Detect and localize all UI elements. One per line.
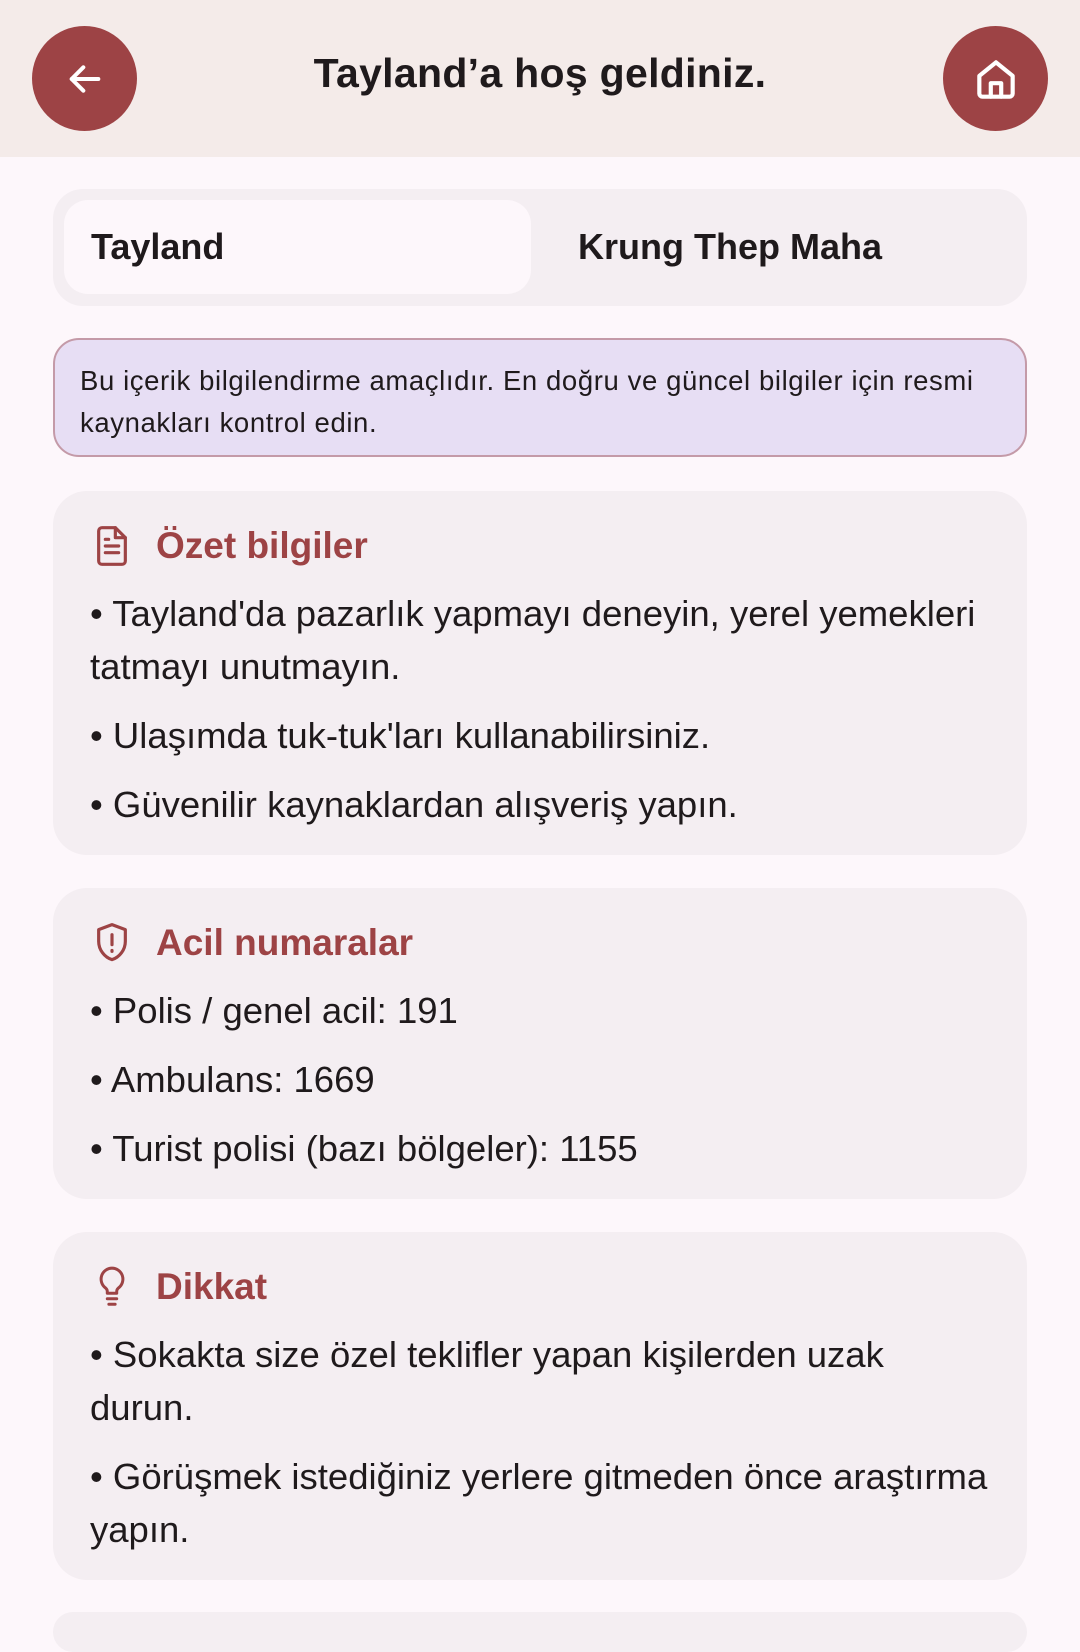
back-button[interactable] (32, 26, 137, 131)
list-item: Turist polisi (bazı bölgeler): 1155 (90, 1122, 993, 1175)
list-item: Ambulans: 1669 (90, 1053, 993, 1106)
document-icon (90, 524, 134, 568)
list-item: Görüşmek istediğiniz yerlere gitmeden ön… (90, 1450, 993, 1556)
section-title: Acil numaralar (156, 922, 414, 963)
list-item: Güvenilir kaynaklardan alışveriş yapın. (90, 778, 993, 831)
arrow-left-icon (69, 64, 100, 93)
page-title: Tayland’a hoş geldiniz. (313, 50, 767, 96)
section-title: Özet bilgiler (156, 525, 368, 566)
section-title: Dikkat (156, 1266, 268, 1307)
list-item: Ulaşımda tuk-tuk'ları kullanabilirsiniz. (90, 709, 993, 762)
list-item: Polis / genel acil: 191 (90, 984, 993, 1037)
list-item: Sokakta size özel teklifler yapan kişile… (90, 1328, 993, 1434)
summary-card: Özet bilgiler Tayland'da pazarlık yapmay… (53, 491, 1027, 855)
emergency-card: Acil numaralar Polis / genel acil: 191 A… (53, 888, 1027, 1199)
lightbulb-icon (90, 1265, 134, 1309)
caution-card: Dikkat Sokakta size özel teklifler yapan… (53, 1232, 1027, 1580)
shield-alert-icon (90, 921, 134, 965)
list-item: Tayland'da pazarlık yapmayı deneyin, yer… (90, 587, 993, 693)
next-card (53, 1612, 1027, 1652)
home-icon (976, 59, 1015, 99)
home-button[interactable] (943, 26, 1048, 131)
info-notice: Bu içerik bilgilendirme amaçlıdır. En do… (53, 338, 1027, 457)
segmented-tabs: Tayland Krung Thep Maha (53, 189, 1027, 306)
top-app-bar: Tayland’a hoş geldiniz. (0, 0, 1080, 157)
tab-city[interactable]: Krung Thep Maha (551, 200, 1011, 294)
tab-country[interactable]: Tayland (64, 200, 531, 294)
